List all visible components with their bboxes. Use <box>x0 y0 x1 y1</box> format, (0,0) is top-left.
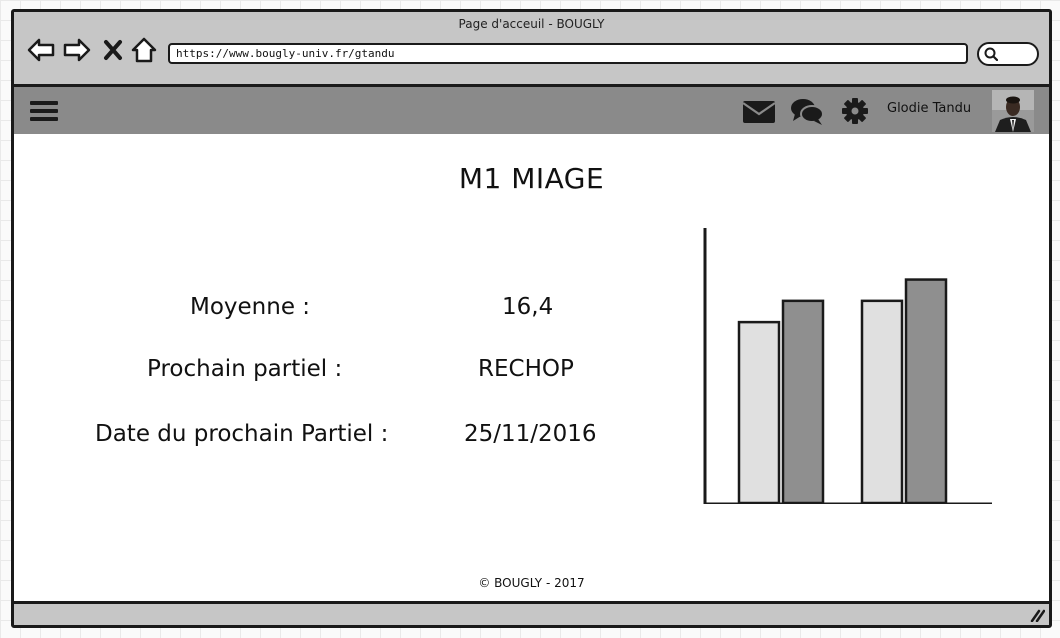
chart-bar-group1-series2 <box>781 299 825 504</box>
next-exam-label: Prochain partiel : <box>147 356 343 382</box>
page-title: M1 MIAGE <box>458 162 605 195</box>
back-arrow-icon[interactable] <box>26 36 56 64</box>
user-avatar[interactable] <box>992 90 1034 132</box>
home-icon[interactable] <box>129 36 159 64</box>
user-name[interactable]: Glodie Tandu <box>887 101 971 116</box>
status-bar <box>14 601 1049 625</box>
next-exam-date-label: Date du prochain Partiel : <box>95 421 389 447</box>
footer-copyright: © BOUGLY - 2017 <box>478 576 585 590</box>
avatar-portrait <box>992 90 1034 132</box>
chart-bar-group2-series1 <box>860 299 904 504</box>
forward-arrow-icon[interactable] <box>62 36 92 64</box>
window-title: Page d'acceuil - BOUGLY <box>458 17 605 31</box>
hamburger-menu-icon[interactable] <box>28 97 60 125</box>
gear-icon[interactable] <box>841 97 869 125</box>
search-icon <box>984 47 998 61</box>
average-value: 16,4 <box>502 294 554 320</box>
chart-bar-group2-series2 <box>904 278 948 504</box>
grades-bar-chart <box>703 228 992 504</box>
browser-toolbar: Page d'acceuil - BOUGLY https://www.boug… <box>14 12 1049 87</box>
average-label: Moyenne : <box>190 294 311 320</box>
next-exam-date-value: 25/11/2016 <box>464 421 597 447</box>
chart-bar-group1-series1 <box>737 320 781 504</box>
next-exam-value: RECHOP <box>478 356 574 382</box>
envelope-icon[interactable] <box>742 99 776 125</box>
browser-window: Page d'acceuil - BOUGLY https://www.boug… <box>11 9 1052 628</box>
resize-grip-icon[interactable] <box>1029 608 1045 622</box>
close-icon[interactable] <box>102 36 124 64</box>
chat-bubbles-icon[interactable] <box>790 97 824 127</box>
url-input[interactable]: https://www.bougly-univ.fr/gtandu <box>168 43 968 64</box>
search-button[interactable] <box>977 42 1039 66</box>
app-header: Glodie Tandu <box>14 87 1049 134</box>
main-content: M1 MIAGE Moyenne : 16,4 Prochain partiel… <box>14 134 1049 601</box>
